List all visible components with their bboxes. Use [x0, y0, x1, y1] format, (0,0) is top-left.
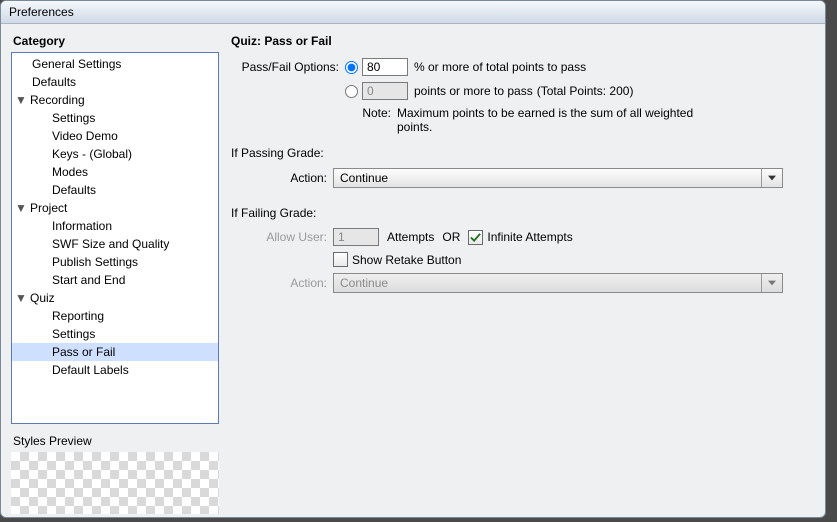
tree-quiz-default-labels[interactable]: Default Labels	[12, 361, 218, 379]
points-pass-suffix: points or more to pass	[414, 84, 533, 98]
tree-recording-video-demo[interactable]: Video Demo	[12, 127, 218, 145]
tree-defaults[interactable]: Defaults	[12, 73, 218, 91]
window-title: Preferences	[1, 1, 825, 24]
styles-preview-title: Styles Preview	[13, 434, 219, 448]
chevron-down-icon[interactable]: ▼	[12, 289, 30, 307]
chevron-down-icon[interactable]: ▼	[12, 91, 30, 109]
checkbox-empty-icon	[333, 252, 348, 267]
panel-title: Quiz: Pass or Fail	[231, 34, 815, 48]
infinite-attempts-checkbox[interactable]: Infinite Attempts	[468, 230, 572, 245]
allow-user-label: Allow User:	[231, 230, 333, 244]
percent-pass-radio[interactable]	[345, 61, 358, 74]
tree-recording-keys-global[interactable]: Keys - (Global)	[12, 145, 218, 163]
note-label: Note:	[231, 106, 397, 134]
category-tree: General Settings Defaults ▼Recording Set…	[11, 52, 219, 424]
failing-action-select: Continue	[333, 273, 783, 293]
points-pass-radio[interactable]	[345, 85, 358, 98]
preferences-window: Preferences Category General Settings De…	[0, 0, 826, 518]
tree-quiz-pass-or-fail[interactable]: Pass or Fail	[12, 343, 218, 361]
settings-panel: Quiz: Pass or Fail Pass/Fail Options: % …	[219, 32, 815, 514]
show-retake-label: Show Retake Button	[352, 253, 461, 267]
chevron-down-icon	[761, 274, 782, 292]
failing-action-value: Continue	[340, 276, 388, 290]
percent-pass-input[interactable]	[362, 58, 408, 76]
note-text: Maximum points to be earned is the sum o…	[397, 106, 697, 134]
tree-project-publish-settings[interactable]: Publish Settings	[12, 253, 218, 271]
checkmark-icon	[468, 230, 483, 245]
percent-pass-suffix: % or more of total points to pass	[414, 60, 586, 74]
tree-recording[interactable]: ▼Recording	[12, 91, 218, 109]
tree-project-information[interactable]: Information	[12, 217, 218, 235]
sidebar: Category General Settings Defaults ▼Reco…	[11, 32, 219, 514]
tree-recording-settings[interactable]: Settings	[12, 109, 218, 127]
tree-recording-defaults[interactable]: Defaults	[12, 181, 218, 199]
tree-recording-modes[interactable]: Modes	[12, 163, 218, 181]
points-pass-input	[362, 82, 408, 100]
passing-action-select[interactable]: Continue	[333, 168, 783, 188]
or-word: OR	[442, 230, 460, 244]
failing-action-label: Action:	[231, 276, 333, 290]
total-points-label: (Total Points: 200)	[537, 84, 634, 98]
show-retake-checkbox[interactable]: Show Retake Button	[333, 252, 461, 267]
tree-project-swf-size[interactable]: SWF Size and Quality	[12, 235, 218, 253]
tree-project-start-and-end[interactable]: Start and End	[12, 271, 218, 289]
attempts-word: Attempts	[387, 230, 434, 244]
tree-quiz[interactable]: ▼Quiz	[12, 289, 218, 307]
tree-quiz-reporting[interactable]: Reporting	[12, 307, 218, 325]
if-passing-title: If Passing Grade:	[231, 146, 815, 160]
attempts-input	[333, 228, 379, 246]
tree-quiz-settings[interactable]: Settings	[12, 325, 218, 343]
tree-project[interactable]: ▼Project	[12, 199, 218, 217]
category-title: Category	[13, 34, 219, 48]
if-failing-title: If Failing Grade:	[231, 206, 815, 220]
styles-preview-swatch	[11, 452, 219, 514]
passing-action-label: Action:	[231, 171, 333, 185]
tree-general-settings[interactable]: General Settings	[12, 55, 218, 73]
passfail-options-label: Pass/Fail Options:	[231, 60, 345, 74]
content-area: Category General Settings Defaults ▼Reco…	[1, 24, 825, 522]
passing-action-value: Continue	[340, 171, 388, 185]
infinite-attempts-label: Infinite Attempts	[487, 230, 572, 244]
chevron-down-icon[interactable]: ▼	[12, 199, 30, 217]
chevron-down-icon	[761, 169, 782, 187]
